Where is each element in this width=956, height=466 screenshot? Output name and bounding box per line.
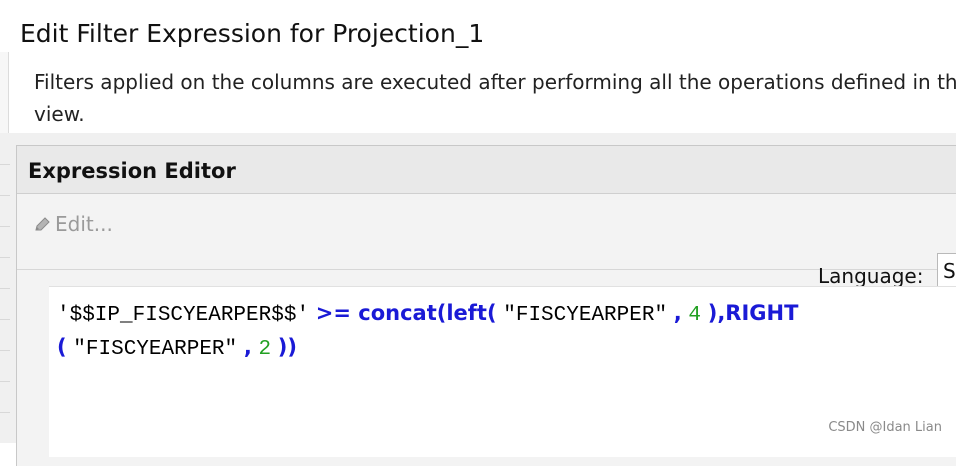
code-token: ),RIGHT bbox=[707, 301, 799, 325]
left-rail bbox=[0, 52, 9, 133]
code-token: , bbox=[243, 335, 252, 359]
code-token: 2 bbox=[258, 338, 272, 361]
left-gridline bbox=[0, 164, 10, 165]
left-gridline bbox=[0, 195, 10, 196]
dialog-description: Filters applied on the columns are execu… bbox=[34, 70, 956, 126]
code-token: ( bbox=[57, 335, 67, 359]
edit-button-label: Edit... bbox=[55, 212, 113, 236]
edit-button[interactable]: Edit... bbox=[33, 208, 113, 240]
watermark: CSDN @Idan Lian bbox=[828, 420, 942, 435]
left-gridline bbox=[0, 319, 10, 320]
language-select[interactable]: SQL bbox=[937, 253, 956, 289]
code-token: "FISCYEARPER" bbox=[503, 304, 668, 327]
left-gridline bbox=[0, 381, 10, 382]
expression-editor-panel: Expression Editor Edit... Language: SQL … bbox=[16, 145, 956, 466]
dialog-content: Expression Editor Edit... Language: SQL … bbox=[0, 133, 956, 466]
code-token: , bbox=[673, 301, 682, 325]
code-line-2: ( "FISCYEARPER" , 2 )) bbox=[57, 332, 297, 365]
left-gridline bbox=[0, 412, 10, 413]
language-value: SQL bbox=[943, 259, 956, 283]
panel-title: Expression Editor bbox=[28, 159, 236, 183]
code-token: '$$IP_FISCYEARPER$$' bbox=[57, 304, 310, 327]
expression-text-area[interactable]: '$$IP_FISCYEARPER$$' >= concat(left( "FI… bbox=[49, 286, 956, 457]
left-gridline bbox=[0, 350, 10, 351]
panel-heading: Expression Editor bbox=[17, 146, 956, 194]
pencil-icon bbox=[33, 215, 51, 233]
dialog-title: Edit Filter Expression for Projection_1 bbox=[20, 19, 485, 48]
left-gridline bbox=[0, 288, 10, 289]
code-line-1: '$$IP_FISCYEARPER$$' >= concat(left( "FI… bbox=[57, 298, 798, 331]
left-gridline bbox=[0, 257, 10, 258]
code-token: concat(left( bbox=[358, 301, 497, 325]
left-gridline bbox=[0, 226, 10, 227]
code-token: 4 bbox=[688, 304, 702, 327]
code-token: )) bbox=[277, 335, 297, 359]
code-token: >= bbox=[315, 301, 359, 325]
dialog-header: Edit Filter Expression for Projection_1 … bbox=[0, 0, 956, 133]
code-token: "FISCYEARPER" bbox=[73, 338, 238, 361]
editor-toolbar: Edit... Language: SQL bbox=[17, 194, 956, 289]
